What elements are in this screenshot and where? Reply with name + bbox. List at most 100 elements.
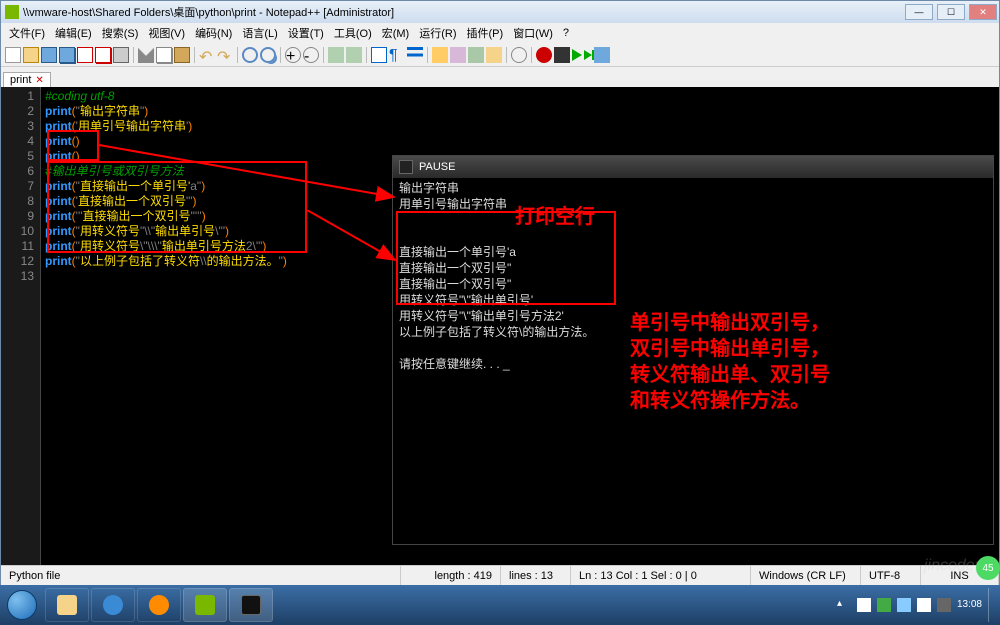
console-line: 输出字符串 xyxy=(399,180,987,196)
find-icon[interactable] xyxy=(242,47,258,63)
tray-flag-icon[interactable] xyxy=(857,598,871,612)
window-title: \\vmware-host\Shared Folders\桌面\python\p… xyxy=(23,4,394,20)
tray-up-icon[interactable]: ▴ xyxy=(837,598,851,612)
sync-v-icon[interactable] xyxy=(328,47,344,63)
menu-item[interactable]: 搜索(S) xyxy=(98,25,143,41)
taskbar: ▴ 13:08 xyxy=(0,585,1000,625)
close-all-icon[interactable] xyxy=(95,47,111,63)
app-icon xyxy=(5,5,19,19)
status-encoding: UTF-8 xyxy=(861,566,921,585)
window-buttons: — ☐ ✕ xyxy=(903,2,999,22)
system-tray: ▴ 13:08 xyxy=(837,588,1000,622)
status-position: Ln : 13 Col : 1 Sel : 0 | 0 xyxy=(571,566,751,585)
tab-bar: print ✕ xyxy=(1,67,999,87)
tray-battery-icon[interactable] xyxy=(877,598,891,612)
start-button[interactable] xyxy=(0,585,44,625)
code-line: print('用单引号输出字符串') xyxy=(45,119,995,134)
console-icon xyxy=(399,160,413,174)
funclist-icon[interactable] xyxy=(468,47,484,63)
code-line: print() xyxy=(45,134,995,149)
taskbar-clock[interactable]: 13:08 xyxy=(957,600,982,610)
menu-bar: 文件(F)编辑(E)搜索(S)视图(V)编码(N)语言(L)设置(T)工具(O)… xyxy=(1,23,999,43)
tray-volume-icon[interactable] xyxy=(917,598,931,612)
menu-item[interactable]: 设置(T) xyxy=(284,25,328,41)
record-icon[interactable] xyxy=(536,47,552,63)
sync-h-icon[interactable] xyxy=(346,47,362,63)
menu-item[interactable]: 编辑(E) xyxy=(51,25,96,41)
cut-icon[interactable] xyxy=(138,47,154,63)
maximize-button[interactable]: ☐ xyxy=(937,4,965,20)
wordwrap-icon[interactable] xyxy=(371,47,387,63)
tab-close-icon[interactable]: ✕ xyxy=(35,75,43,86)
menu-item[interactable]: 文件(F) xyxy=(5,25,49,41)
console-title: PAUSE xyxy=(419,161,455,173)
windows-orb-icon xyxy=(7,590,37,620)
status-lines: lines : 13 xyxy=(501,566,571,585)
stop-icon[interactable] xyxy=(554,47,570,63)
tab-print[interactable]: print ✕ xyxy=(3,72,51,87)
console-line: 直接输出一个双引号" xyxy=(399,260,987,276)
docmap-icon[interactable] xyxy=(450,47,466,63)
indent-icon[interactable] xyxy=(407,47,423,63)
taskbar-ie[interactable] xyxy=(91,588,135,622)
window-titlebar: \\vmware-host\Shared Folders\桌面\python\p… xyxy=(1,1,999,23)
close-file-icon[interactable] xyxy=(77,47,93,63)
monitor-icon[interactable] xyxy=(511,47,527,63)
status-bar: Python file length : 419 lines : 13 Ln :… xyxy=(1,565,999,585)
annotation-label-2: 单引号中输出双引号， 双引号中输出单引号， 转义符输出单、双引号 和转义符操作方… xyxy=(630,310,830,414)
npp-icon xyxy=(195,595,215,615)
cmd-icon xyxy=(241,595,261,615)
minimize-button[interactable]: — xyxy=(905,4,933,20)
menu-item[interactable]: 运行(R) xyxy=(415,25,460,41)
tray-vm-icon[interactable] xyxy=(937,598,951,612)
zoom-out-icon[interactable]: - xyxy=(303,47,319,63)
wmp-icon xyxy=(149,595,169,615)
close-button[interactable]: ✕ xyxy=(969,4,997,20)
open-icon[interactable] xyxy=(23,47,39,63)
ie-icon xyxy=(103,595,123,615)
save-all-icon[interactable] xyxy=(59,47,75,63)
playmulti-icon[interactable] xyxy=(584,50,592,60)
userlang-icon[interactable] xyxy=(432,47,448,63)
status-eol: Windows (CR LF) xyxy=(751,566,861,585)
taskbar-explorer[interactable] xyxy=(45,588,89,622)
folder-icon xyxy=(57,595,77,615)
menu-item[interactable]: ? xyxy=(559,27,573,39)
taskbar-notepadpp[interactable] xyxy=(183,588,227,622)
console-line: 用单引号输出字符串 xyxy=(399,196,987,212)
new-file-icon[interactable] xyxy=(5,47,21,63)
status-filetype: Python file xyxy=(1,566,401,585)
zoom-in-icon[interactable]: + xyxy=(285,47,301,63)
menu-item[interactable]: 窗口(W) xyxy=(509,25,557,41)
save-icon[interactable] xyxy=(41,47,57,63)
play-icon[interactable] xyxy=(572,49,582,61)
taskbar-cmd[interactable] xyxy=(229,588,273,622)
savemacro-icon[interactable] xyxy=(594,47,610,63)
print-icon[interactable] xyxy=(113,47,129,63)
console-titlebar: PAUSE xyxy=(393,156,993,178)
allchars-icon[interactable]: ¶ xyxy=(389,47,405,63)
line-gutter: 12345678910111213 xyxy=(1,87,41,565)
copy-icon[interactable] xyxy=(156,47,172,63)
menu-item[interactable]: 视图(V) xyxy=(144,25,189,41)
redo-icon[interactable]: ↷ xyxy=(217,47,233,63)
status-length: length : 419 xyxy=(401,566,501,585)
show-desktop-button[interactable] xyxy=(988,588,996,622)
undo-icon[interactable]: ↶ xyxy=(199,47,215,63)
tray-network-icon[interactable] xyxy=(897,598,911,612)
code-line: #coding utf-8 xyxy=(45,89,995,104)
console-line: 用转义符号"\"输出单引号' xyxy=(399,292,987,308)
menu-item[interactable]: 工具(O) xyxy=(330,25,376,41)
console-line: 直接输出一个双引号" xyxy=(399,276,987,292)
menu-item[interactable]: 编码(N) xyxy=(191,25,236,41)
watermark: jincoder xyxy=(924,557,980,575)
annotation-label-1: 打印空行 xyxy=(515,204,595,230)
replace-icon[interactable] xyxy=(260,47,276,63)
taskbar-wmp[interactable] xyxy=(137,588,181,622)
menu-item[interactable]: 插件(P) xyxy=(463,25,508,41)
paste-icon[interactable] xyxy=(174,47,190,63)
menu-item[interactable]: 语言(L) xyxy=(238,25,281,41)
menu-item[interactable]: 宏(M) xyxy=(378,25,414,41)
badge-dot: 45 xyxy=(976,556,1000,580)
folder-icon[interactable] xyxy=(486,47,502,63)
